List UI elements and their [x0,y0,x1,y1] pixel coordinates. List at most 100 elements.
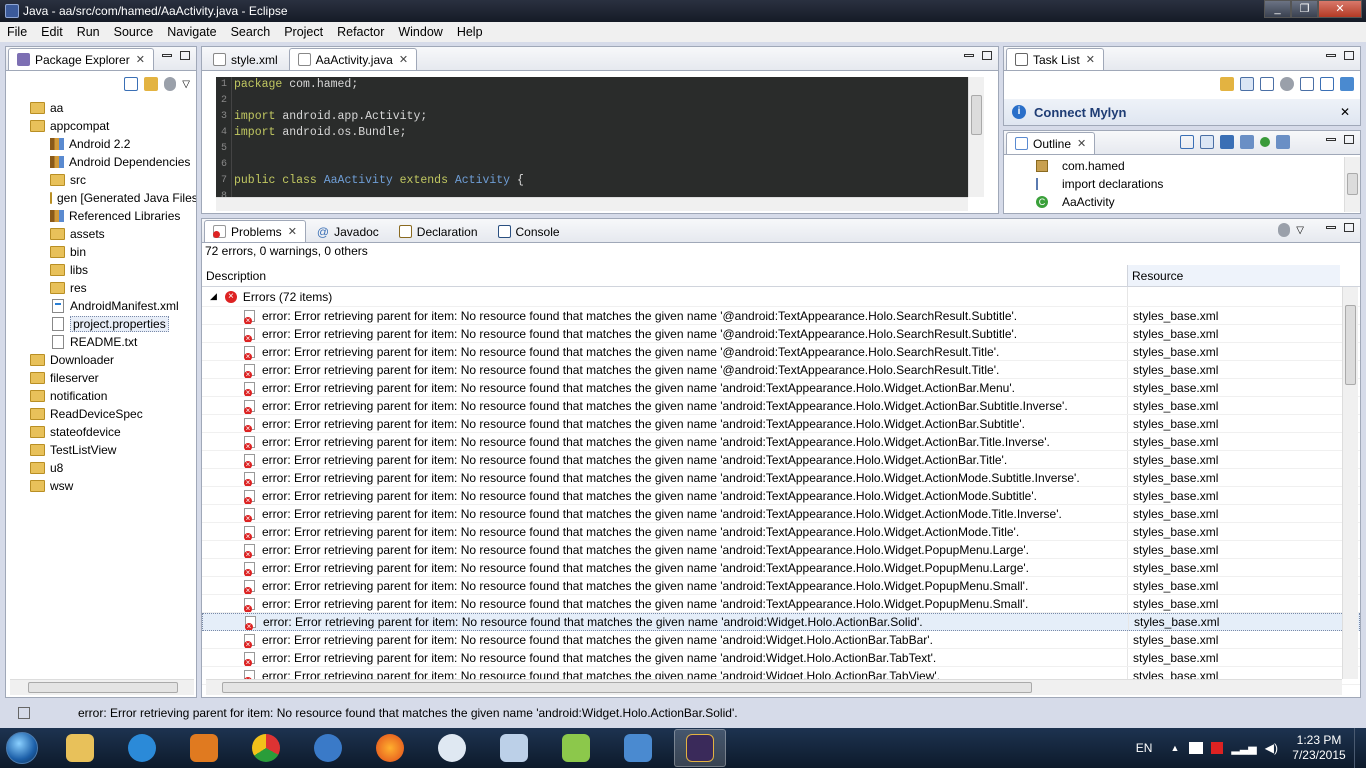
close-icon[interactable]: ✕ [136,53,145,66]
tree-item-gen[interactable]: gen [Generated Java Files] [6,189,196,207]
description-column-header[interactable]: Description [202,265,1128,286]
table-row[interactable]: error: Error retrieving parent for item:… [202,307,1360,325]
maximize-window-button[interactable]: ❐ [1291,0,1318,18]
taskbar-app[interactable] [426,729,478,767]
table-row[interactable]: error: Error retrieving parent for item:… [202,595,1360,613]
table-row[interactable]: error: Error retrieving parent for item:… [202,631,1360,649]
taskbar-app[interactable] [116,729,168,767]
table-row[interactable]: error: Error retrieving parent for item:… [202,541,1360,559]
tree-item-wsw[interactable]: wsw [6,477,196,495]
minimize-view-icon[interactable] [1326,226,1336,229]
tab-declaration[interactable]: Declaration [390,220,487,242]
table-row[interactable]: error: Error retrieving parent for item:… [202,613,1360,631]
view-menu-icon[interactable] [1278,223,1291,237]
tree-item-android-manifest[interactable]: AndroidManifest.xml [6,297,196,315]
close-icon[interactable]: ✕ [1077,137,1086,150]
hide-local-types-icon[interactable] [1276,135,1290,149]
tree-item-referenced-libraries[interactable]: Referenced Libraries [6,207,196,225]
collapse-all-icon[interactable] [1180,135,1194,149]
horizontal-scrollbar[interactable] [10,679,194,695]
error-group-row[interactable]: ◢ × Errors (72 items) [202,287,1360,307]
language-indicator[interactable]: EN [1136,741,1153,755]
menu-window[interactable]: Window [391,25,449,39]
action-center-icon[interactable] [1189,742,1204,754]
tree-item-u8[interactable]: u8 [6,459,196,477]
minimize-view-icon[interactable] [162,54,172,57]
network-icon[interactable]: ▂▃▅ [1231,742,1256,755]
menu-project[interactable]: Project [277,25,330,39]
horizontal-scrollbar[interactable] [216,197,968,211]
close-icon[interactable]: ✕ [1086,53,1095,66]
scroll-thumb[interactable] [28,682,178,693]
table-row[interactable]: error: Error retrieving parent for item:… [202,433,1360,451]
clock[interactable]: 1:23 PM 7/23/2015 [1284,733,1354,763]
table-row[interactable]: error: Error retrieving parent for item:… [202,361,1360,379]
table-row[interactable]: error: Error retrieving parent for item:… [202,505,1360,523]
maximize-view-icon[interactable] [180,51,190,60]
table-row[interactable]: error: Error retrieving parent for item:… [202,523,1360,541]
horizontal-scrollbar[interactable] [206,679,1342,695]
outline-item-class[interactable]: C AaActivity [1004,193,1344,211]
scroll-thumb[interactable] [971,95,982,135]
tab-console[interactable]: Console [489,220,569,242]
table-row[interactable]: error: Error retrieving parent for item:… [202,415,1360,433]
focus-icon[interactable] [1280,77,1294,91]
menu-edit[interactable]: Edit [34,25,70,39]
tab-task-list[interactable]: Task List ✕ [1006,48,1104,70]
hide-completed-icon[interactable] [1300,77,1314,91]
tree-item-src[interactable]: src [6,171,196,189]
scroll-thumb[interactable] [1347,173,1358,195]
collapse-all-icon[interactable] [124,77,139,91]
outline-item-package[interactable]: com.hamed [1004,157,1344,175]
tree-item-testlistview[interactable]: TestListView [6,441,196,459]
menu-source[interactable]: Source [107,25,161,39]
table-row[interactable]: error: Error retrieving parent for item:… [202,451,1360,469]
chevron-down-icon[interactable]: ▽ [182,79,190,90]
table-row[interactable]: error: Error retrieving parent for item:… [202,343,1360,361]
minimize-view-icon[interactable] [1326,138,1336,141]
tab-problems[interactable]: Problems ✕ [204,220,306,242]
scheduled-icon[interactable] [1260,77,1274,91]
table-row[interactable]: error: Error retrieving parent for item:… [202,379,1360,397]
tree-item-fileserver[interactable]: fileserver [6,369,196,387]
hide-non-public-icon[interactable] [1260,137,1270,147]
table-row[interactable]: error: Error retrieving parent for item:… [202,469,1360,487]
tree-item-appcompat[interactable]: appcompat [6,117,196,135]
tree-item-stateofdevice[interactable]: stateofdevice [6,423,196,441]
table-row[interactable]: error: Error retrieving parent for item:… [202,559,1360,577]
vertical-scrollbar[interactable] [968,77,984,197]
start-button[interactable] [0,728,44,768]
outline-item-imports[interactable]: import declarations [1004,175,1344,193]
collapse-all-icon[interactable] [1320,77,1334,91]
scroll-thumb[interactable] [222,682,1032,693]
taskbar-app[interactable] [302,729,354,767]
table-row[interactable]: error: Error retrieving parent for item:… [202,487,1360,505]
tree-item-notification[interactable]: notification [6,387,196,405]
expand-arrow-icon[interactable]: ◢ [210,291,217,302]
vertical-scrollbar[interactable] [1344,157,1360,212]
categorized-icon[interactable] [1240,77,1254,91]
taskbar-app[interactable] [178,729,230,767]
menu-run[interactable]: Run [70,25,107,39]
tree-item-readme[interactable]: README.txt [6,333,196,351]
taskbar-app[interactable] [550,729,602,767]
tree-item-bin[interactable]: bin [6,243,196,261]
tab-aaactivity-java[interactable]: AaActivity.java ✕ [288,48,418,70]
scroll-thumb[interactable] [1345,305,1356,385]
tab-outline[interactable]: Outline ✕ [1006,132,1096,154]
taskbar-app[interactable] [612,729,664,767]
maximize-view-icon[interactable] [982,51,992,60]
tree-item-android-2-2[interactable]: Android 2.2 [6,135,196,153]
hide-static-icon[interactable] [1240,135,1254,149]
view-menu-icon[interactable] [164,77,177,91]
chevron-down-icon[interactable]: ▽ [1296,225,1304,236]
volume-icon[interactable]: ◀) [1265,741,1278,755]
show-desktop-button[interactable] [1354,728,1366,768]
tab-package-explorer[interactable]: Package Explorer ✕ [8,48,154,70]
tree-item-project-properties[interactable]: project.properties [6,315,196,333]
code-editor[interactable]: 1 package com.hamed; 2 3 import android.ap… [216,77,968,197]
tab-javadoc[interactable]: @ Javadoc [308,220,388,242]
maximize-view-icon[interactable] [1344,223,1354,232]
resource-column-header[interactable]: Resource [1128,265,1340,286]
tree-item-assets[interactable]: assets [6,225,196,243]
